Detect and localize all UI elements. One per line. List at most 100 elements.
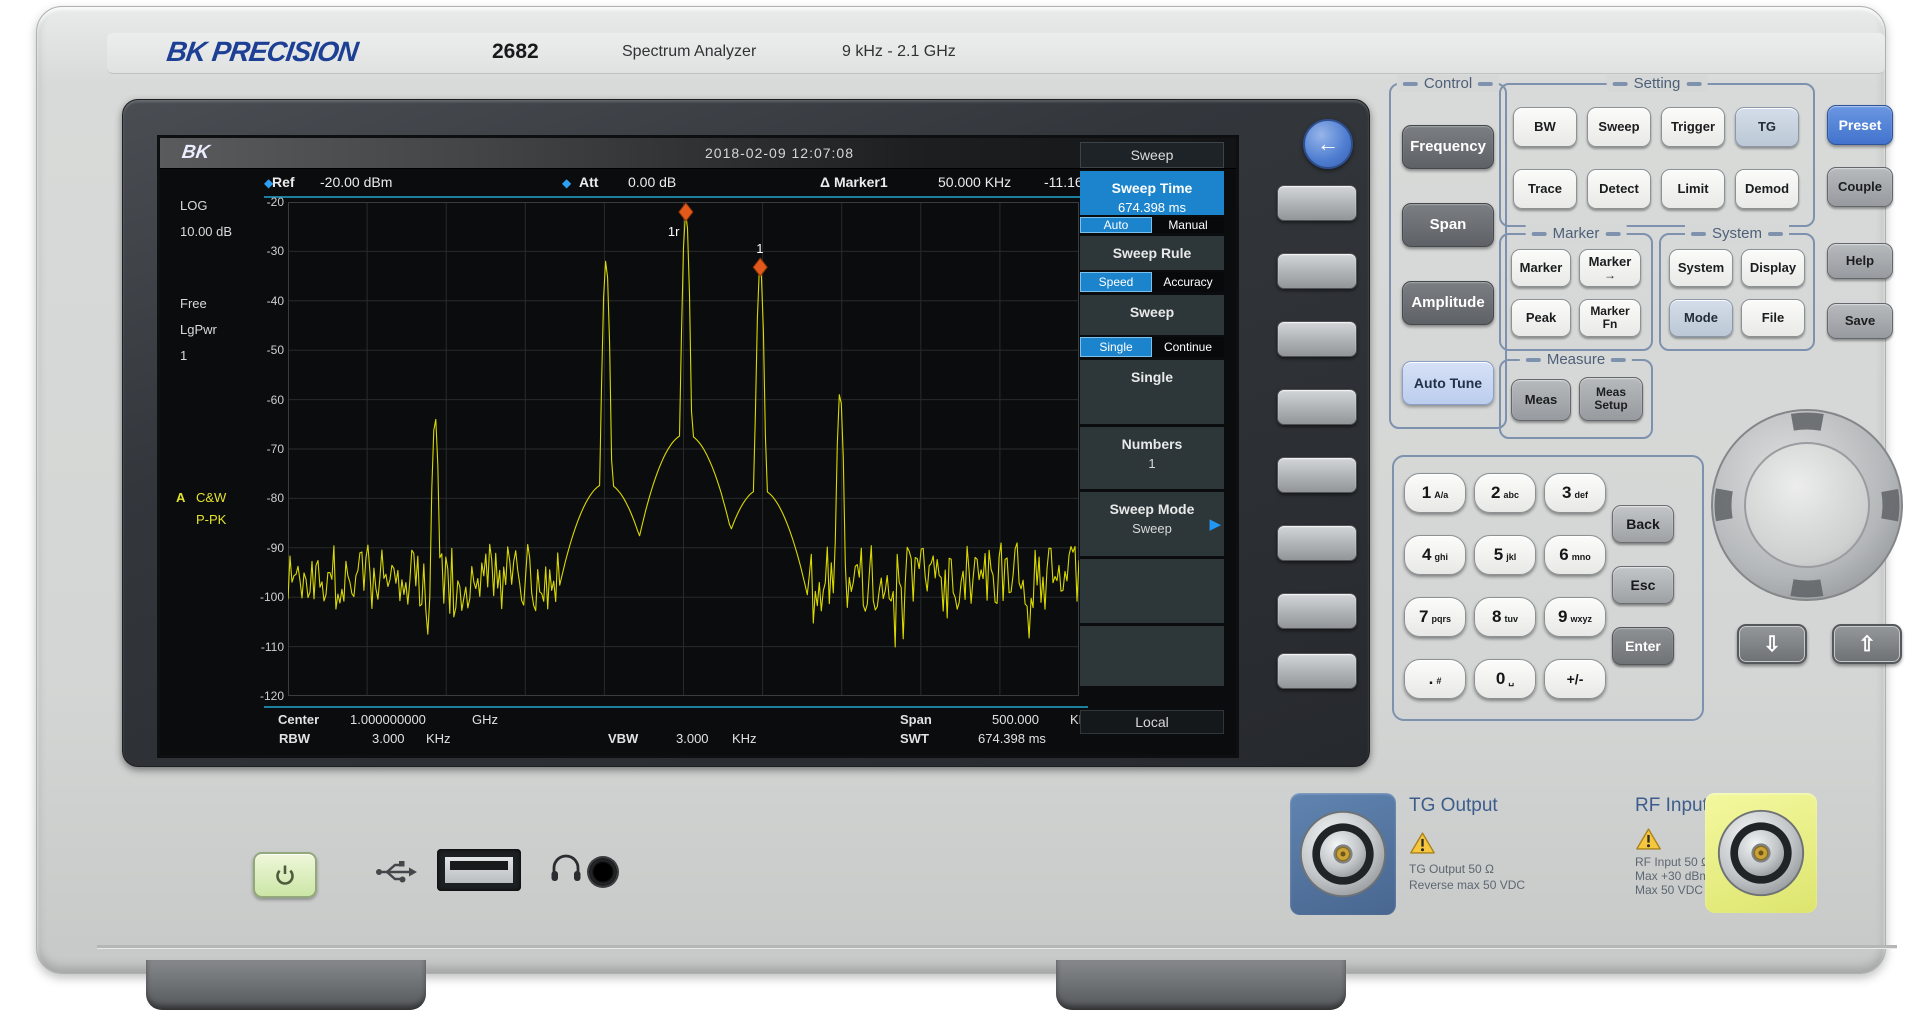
spectrum-plot: 1r1 [288, 202, 1079, 696]
swt-value: 674.398 ms [978, 731, 1046, 746]
save-button[interactable]: Save [1827, 303, 1893, 339]
lcd-screen: BK 2018-02-09 12:07:08 Ref -20.00 dBm ◆ … [160, 138, 1236, 755]
meas-button[interactable]: Meas [1511, 379, 1571, 421]
key-plus-minus[interactable]: +/- [1544, 659, 1606, 699]
esc-button[interactable]: Esc [1612, 566, 1674, 604]
toggle-manual[interactable]: Manual [1152, 217, 1224, 233]
headphone-jack[interactable] [589, 858, 617, 886]
span-button[interactable]: Span [1402, 203, 1494, 247]
key-4[interactable]: 4ghi [1404, 535, 1466, 575]
up-arrow-button[interactable]: ⇧ [1832, 624, 1902, 664]
datetime: 2018-02-09 12:07:08 [705, 145, 854, 161]
preset-button[interactable]: Preset [1827, 105, 1893, 145]
key-7[interactable]: 7pqrs [1404, 597, 1466, 637]
help-button[interactable]: Help [1827, 243, 1893, 279]
toggle-speed[interactable]: Speed [1080, 272, 1152, 292]
key-3[interactable]: 3def [1544, 473, 1606, 513]
softmenu-item-sweep-rule[interactable]: Sweep RuleSpeedAccuracy [1080, 236, 1224, 292]
key-8[interactable]: 8tuv [1474, 597, 1536, 637]
toggle-single[interactable]: Single [1080, 337, 1152, 357]
softkey-5[interactable] [1277, 457, 1357, 493]
key-1[interactable]: 1A/a [1404, 473, 1466, 513]
key-0[interactable]: 0␣ [1474, 659, 1536, 699]
softmenu-item-sweep-time[interactable]: Sweep Time 674.398 ms AutoManual [1080, 171, 1224, 233]
system-button[interactable]: System [1669, 249, 1733, 287]
softmenu-item-title: Sweep Mode [1080, 501, 1224, 517]
softmenu-item-value: 674.398 ms [1080, 200, 1224, 215]
enter-button[interactable]: Enter [1612, 627, 1674, 665]
amplitude-button[interactable]: Amplitude [1402, 281, 1494, 325]
softkey-6[interactable] [1277, 525, 1357, 561]
softmenu-item-numbers[interactable]: Numbers1 [1080, 427, 1224, 489]
trace-number-label: 1 [180, 348, 187, 363]
soft-menu: SweepSweep Time674.398 msAutoManualSweep… [1080, 142, 1224, 734]
brand-strip: BK PRECISION 2682 Spectrum Analyzer 9 kH… [107, 33, 1885, 74]
rf-input-title: RF Input [1635, 795, 1708, 817]
toggle-continue[interactable]: Continue [1152, 337, 1224, 357]
softmenu-item-sweep-mode[interactable]: Sweep ModeSweep▶ [1080, 492, 1224, 556]
key-5[interactable]: 5jkl [1474, 535, 1536, 575]
back-button[interactable]: Back [1612, 505, 1674, 543]
softkey-8[interactable] [1277, 653, 1357, 689]
softmenu-item-single[interactable]: Single [1080, 360, 1224, 424]
y-axis-tick: -30 [244, 244, 284, 258]
power-button[interactable] [253, 852, 317, 898]
sweep-button[interactable]: Sweep [1587, 107, 1651, 147]
tg-button[interactable]: TG [1735, 107, 1799, 147]
system-group-label: System [1712, 225, 1762, 242]
marker-button[interactable]: Marker [1511, 249, 1571, 287]
marker-label: 1 [756, 241, 763, 256]
demod-button[interactable]: Demod [1735, 169, 1799, 209]
couple-button[interactable]: Couple [1827, 167, 1893, 207]
softkey-1[interactable] [1277, 185, 1357, 221]
tg-output-connector[interactable] [1297, 808, 1389, 900]
softkey-2[interactable] [1277, 253, 1357, 289]
trigger-button[interactable]: Trigger [1661, 107, 1725, 147]
key-dot[interactable]: .# [1404, 659, 1466, 699]
swt-label: SWT [900, 731, 929, 746]
delta-marker-label: Δ Marker1 [820, 174, 888, 190]
softkey-3[interactable] [1277, 321, 1357, 357]
mode-button[interactable]: Mode [1669, 299, 1733, 337]
back-arrow-button[interactable]: ← [1303, 119, 1353, 169]
center-value: 1.000000000 [350, 712, 426, 727]
toggle-accuracy[interactable]: Accuracy [1152, 272, 1224, 292]
usb-port[interactable] [437, 849, 521, 891]
rotary-knob[interactable] [1709, 407, 1905, 603]
trace-button[interactable]: Trace [1513, 169, 1577, 209]
measure-group: Measure Meas MeasSetup [1499, 359, 1653, 439]
y-axis-tick: -50 [244, 343, 284, 357]
softkey-7[interactable] [1277, 593, 1357, 629]
marker-group-label: Marker [1553, 225, 1600, 242]
down-arrow-button[interactable]: ⇩ [1737, 624, 1807, 664]
softmenu-item-empty-7[interactable] [1080, 559, 1224, 623]
coupling-label: C&W [196, 490, 226, 505]
bw-button[interactable]: BW [1513, 107, 1577, 147]
meas-setup-button[interactable]: MeasSetup [1579, 377, 1643, 421]
chassis-groove [97, 945, 1897, 948]
softkey-4[interactable] [1277, 389, 1357, 425]
marker-fn-button[interactable]: MarkerFn [1579, 299, 1641, 337]
display-button[interactable]: Display [1741, 249, 1805, 287]
detect-button[interactable]: Detect [1587, 169, 1651, 209]
key-2[interactable]: 2abc [1474, 473, 1536, 513]
peak-button[interactable]: Peak [1511, 299, 1571, 337]
numeric-keypad: 1A/a2abc3def 4ghi5jkl6mno 7pqrs8tuv9wxyz .#… [1392, 455, 1704, 721]
rf-input-connector[interactable] [1715, 807, 1807, 899]
toggle-auto[interactable]: Auto [1080, 217, 1152, 233]
key-6[interactable]: 6mno [1544, 535, 1606, 575]
key-9[interactable]: 9wxyz [1544, 597, 1606, 637]
softmenu-item-sweep[interactable]: SweepSingleContinue [1080, 295, 1224, 357]
softmenu-item-title: Sweep Time [1080, 180, 1224, 196]
limit-button[interactable]: Limit [1661, 169, 1725, 209]
file-button[interactable]: File [1741, 299, 1805, 337]
softmenu-local-label: Local [1080, 710, 1224, 734]
softmenu-item-empty-8[interactable] [1080, 626, 1224, 686]
rbw-label: RBW [279, 731, 310, 746]
softmenu-item-value: 1 [1080, 456, 1224, 471]
auto-tune-button[interactable]: Auto Tune [1402, 361, 1494, 405]
att-label: Att [579, 174, 598, 190]
frequency-button[interactable]: Frequency [1402, 125, 1494, 169]
marker-to-button[interactable]: Marker→ [1579, 249, 1641, 287]
trace-id-label: A [176, 490, 185, 505]
